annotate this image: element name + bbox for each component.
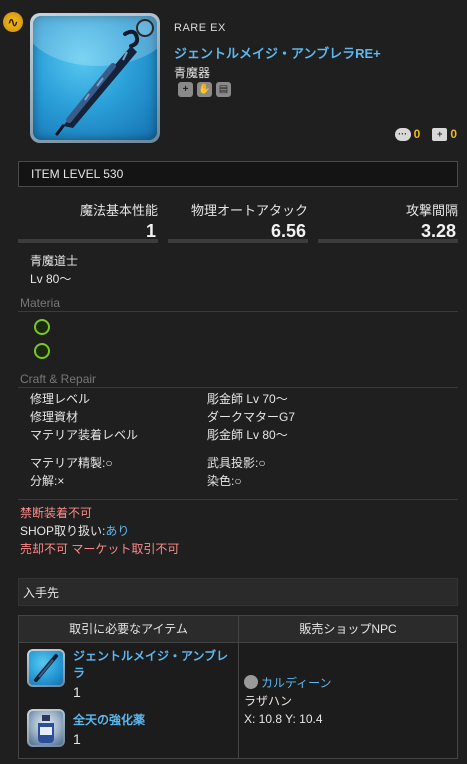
stat-label-delay: 攻撃間隔 — [405, 203, 458, 218]
required-item-qty: 1 — [73, 731, 81, 747]
materia-melding-label: マテリア装着レベル — [30, 428, 139, 442]
shop-label: SHOP取り扱い: — [20, 524, 106, 538]
restriction-sell-market: 売却不可 マーケット取引不可 — [20, 542, 180, 556]
column-header-shop-npc: 販売ショップNPC — [239, 616, 457, 643]
column-divider — [238, 616, 239, 758]
repair-material-value[interactable]: ダークマターG7 — [207, 408, 295, 427]
unique-icon: + — [178, 82, 193, 97]
materia-title: Materia — [20, 296, 61, 310]
acquisition-header: 入手先 — [18, 578, 458, 606]
lists-counter[interactable]: + 0 — [432, 127, 457, 141]
repair-material-label: 修理資材 — [30, 410, 79, 424]
stat-value-delay: 3.28 — [318, 219, 458, 243]
stat-value-auto-attack: 6.56 — [168, 219, 308, 243]
comments-count: 0 — [413, 127, 421, 141]
brand-icon: ∿ — [3, 12, 23, 32]
item-icon — [30, 13, 160, 143]
restriction-shop: SHOP取り扱い:あり — [20, 522, 129, 541]
required-item-1[interactable]: ジェントルメイジ・アンブレ ラ — [73, 648, 228, 682]
divider — [18, 311, 458, 312]
acquisition-table: 取引に必要なアイテム 販売ショップNPC ジェントルメイジ・アンブレ ラ 1 全… — [18, 615, 458, 759]
extract-materia-flag: マテリア精製:○ — [30, 456, 113, 470]
item-slot-ring — [136, 19, 154, 37]
stat-value-magic-damage: 1 — [18, 219, 158, 243]
untradable-icon: ✋ — [197, 82, 212, 97]
divider — [18, 499, 458, 500]
npc-coordinates: X: 10.8 Y: 10.4 — [244, 712, 323, 726]
required-item-qty: 1 — [73, 684, 81, 700]
comments-counter[interactable]: ··· 0 — [394, 127, 421, 141]
shop-npc: カルディーン ラザハン X: 10.8 Y: 10.4 — [244, 674, 332, 728]
item-name[interactable]: ジェントルメイジ・アンブレラRE+ — [174, 43, 381, 62]
item-counters: ··· 0 + 0 — [394, 127, 457, 141]
item-level: ITEM LEVEL 530 — [18, 161, 458, 187]
repair-level-value: 彫金師 Lv 70〜 — [207, 392, 288, 406]
divider — [18, 387, 458, 388]
npc-icon — [244, 675, 258, 689]
restriction-forbidden-meld: 禁断装着不可 — [20, 506, 93, 520]
dye-flag: 染色:○ — [207, 474, 242, 488]
umbrella-icon[interactable] — [27, 649, 65, 687]
list-add-icon: + — [432, 127, 448, 141]
potion-icon[interactable] — [27, 709, 65, 747]
comment-icon: ··· — [394, 127, 411, 141]
lists-count: 0 — [450, 127, 457, 141]
npc-location: ラザハン — [244, 694, 293, 708]
item-property-icons: + ✋ ▤ — [178, 82, 231, 97]
item-type: 青魔器 — [174, 66, 211, 80]
job-requirement: 青魔道士 Lv 80〜 — [30, 252, 78, 288]
job-name: 青魔道士 — [30, 254, 79, 268]
item-rarity: RARE EX — [174, 22, 226, 34]
craft-repair-title: Craft & Repair — [20, 372, 97, 386]
shop-value: あり — [105, 524, 130, 538]
repair-level-label: 修理レベル — [30, 392, 91, 406]
required-item-name-cont[interactable]: ラ — [73, 665, 228, 682]
glamour-flag: 武具投影:○ — [207, 456, 266, 470]
job-level: Lv 80〜 — [30, 272, 72, 286]
materia-melding-value: 彫金師 Lv 80〜 — [207, 428, 288, 442]
storage-icon: ▤ — [216, 82, 231, 97]
required-item-2[interactable]: 全天の強化薬 — [73, 711, 145, 728]
npc-name[interactable]: カルディーン — [261, 676, 332, 690]
stat-label-magic-damage: 魔法基本性能 — [79, 203, 158, 218]
desynth-flag: 分解:× — [30, 474, 65, 488]
stat-label-auto-attack: 物理オートアタック — [190, 203, 308, 218]
materia-slot — [34, 319, 50, 335]
materia-slot — [34, 343, 50, 359]
column-header-required-items: 取引に必要なアイテム — [19, 616, 238, 643]
required-item-name[interactable]: ジェントルメイジ・アンブレ — [73, 648, 228, 665]
